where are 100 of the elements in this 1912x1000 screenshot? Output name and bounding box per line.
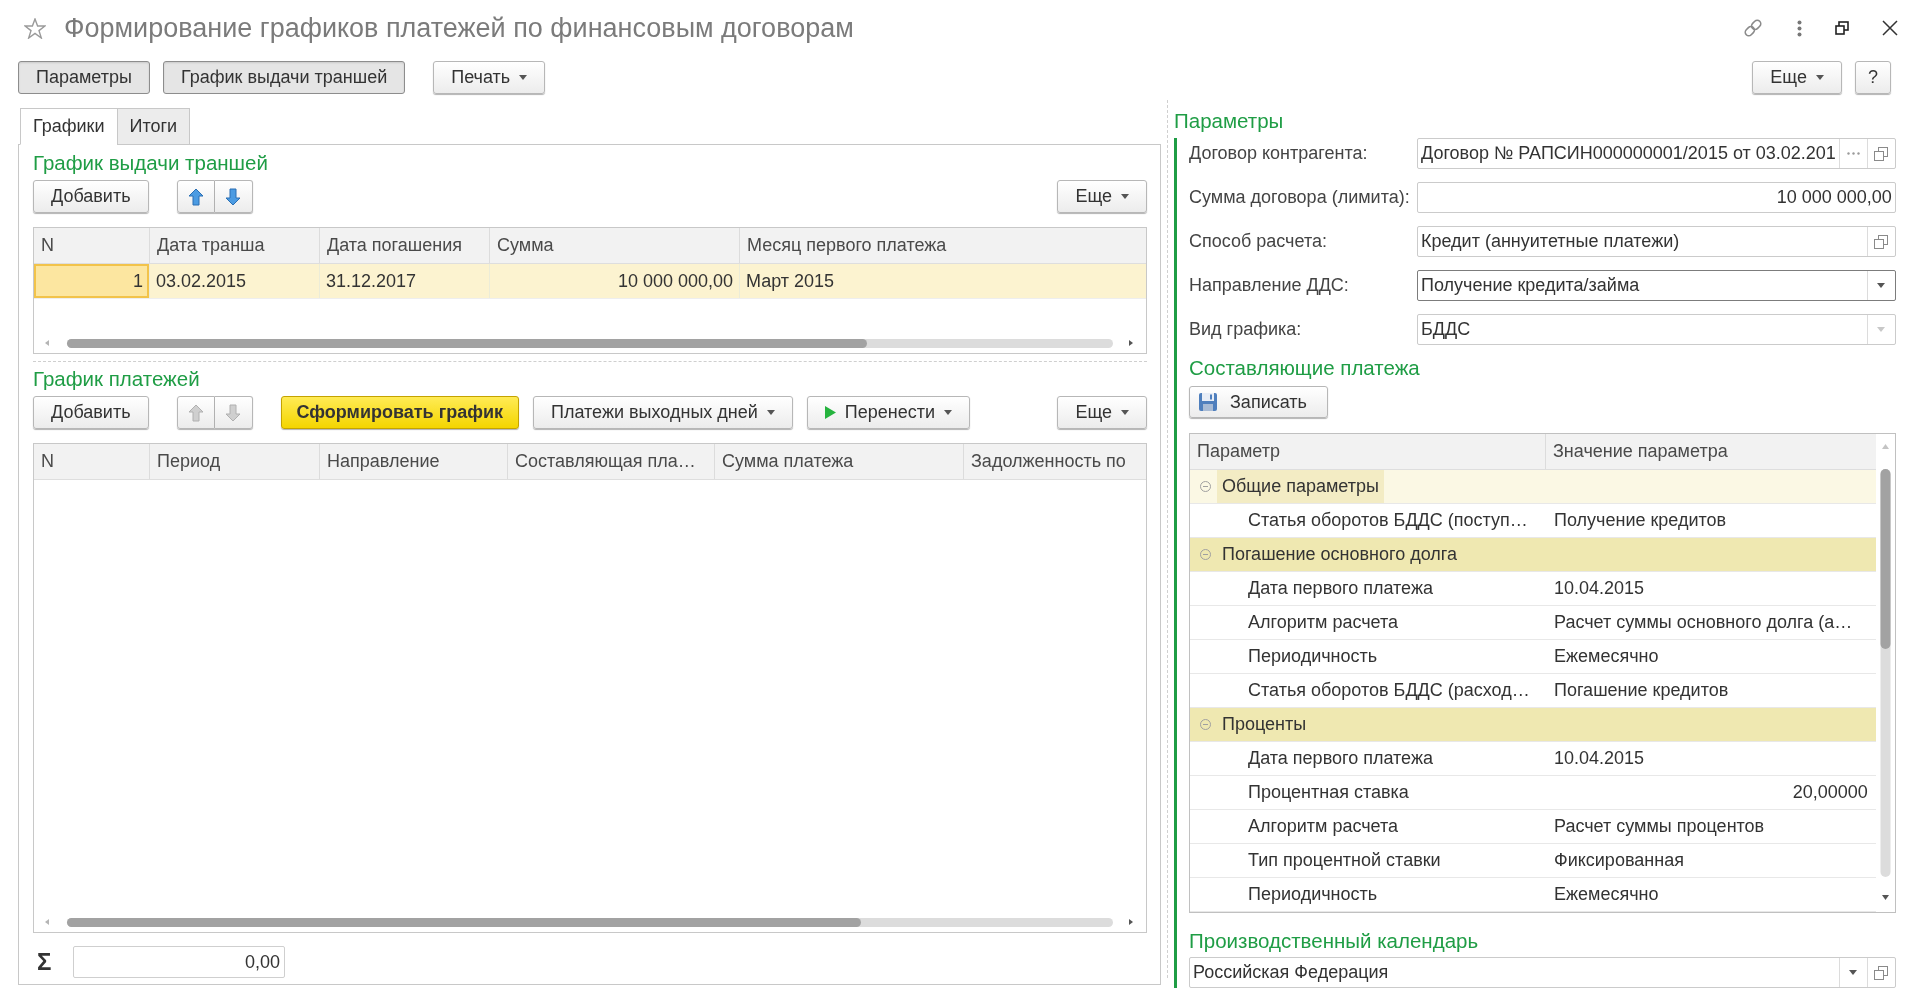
up-arrow-icon <box>187 187 204 206</box>
caret-icon <box>1121 410 1129 415</box>
caret-icon <box>1816 75 1824 80</box>
up-arrow-icon <box>187 403 204 422</box>
column-header[interactable]: Сумма <box>490 228 740 263</box>
parameter-cell-text: Периодичность <box>1247 883 1379 906</box>
parameter-cell-text: Алгоритм расчета <box>1247 611 1400 634</box>
move-up-button[interactable] <box>176 180 215 213</box>
menu-button[interactable]: Перенести <box>806 396 971 429</box>
menu-button[interactable]: Платежи выходных дней <box>533 396 793 429</box>
caret-icon <box>1877 327 1886 332</box>
section-title: График платежей <box>33 368 201 390</box>
squares-icon <box>1874 965 1889 980</box>
more-button[interactable]: Еще <box>1752 61 1842 94</box>
parameter-cell-text: Процентная ставка <box>1247 781 1410 804</box>
table-cell-text: Март 2015 <box>745 269 836 293</box>
value-cell-text: Погашение кредитов <box>1553 679 1730 702</box>
restore-icon[interactable] <box>1835 21 1849 35</box>
parameter-cell-text: Тип процентной ставки <box>1247 849 1442 872</box>
down-arrow-icon <box>225 187 242 206</box>
value-cell-text: Расчет суммы основного долга (а… <box>1553 611 1854 634</box>
parameter-cell-text: Алгоритм расчета <box>1247 815 1400 838</box>
tab[interactable]: Итоги <box>116 108 191 145</box>
column-header[interactable]: Направление <box>320 444 508 479</box>
tab[interactable]: Графики <box>20 108 118 145</box>
toolbar-button[interactable]: Печать <box>433 61 546 94</box>
input-field[interactable]: 10 000 000,00 <box>1417 182 1896 213</box>
table-cell: 31.12.2017 <box>320 264 490 298</box>
add-button[interactable]: Добавить <box>33 396 149 429</box>
play-icon <box>824 406 836 419</box>
squares-icon <box>1874 234 1889 249</box>
caret-icon <box>944 410 953 415</box>
section-title: График выдачи траншей <box>33 152 269 174</box>
generate-button[interactable]: Сформировать график <box>280 396 519 429</box>
parameter-cell-text: Дата первого платежа <box>1247 747 1434 770</box>
value-cell-text: 10.04.2015 <box>1553 747 1646 770</box>
column-header[interactable]: N <box>34 444 150 479</box>
column-header[interactable]: N <box>34 228 150 263</box>
minus-circle-icon[interactable] <box>1200 719 1211 730</box>
parameter-cell-text: Периодичность <box>1247 645 1379 668</box>
add-button[interactable]: Добавить <box>33 180 149 213</box>
group-label: Общие параметры <box>1217 470 1384 503</box>
move-down-button[interactable] <box>214 396 253 429</box>
group-row[interactable]: Погашение основного долга <box>1190 538 1876 572</box>
group-row[interactable]: Проценты <box>1190 708 1876 742</box>
section-title: Составляющие платежа <box>1189 357 1421 379</box>
star-icon[interactable] <box>24 17 46 39</box>
group-label: Погашение основного долга <box>1221 543 1459 566</box>
table-cell: 1 <box>34 264 150 298</box>
column-header[interactable]: Дата погашения <box>320 228 490 263</box>
value-cell-text: 10.04.2015 <box>1553 577 1646 600</box>
table-row[interactable]: 1 03.02.2015 31.12.2017 10 000 000,00 Март 2015 <box>34 264 1146 299</box>
more-button[interactable]: Еще <box>1057 396 1147 429</box>
toolbar-button[interactable]: Параметры <box>18 61 150 94</box>
table-cell: 03.02.2015 <box>150 264 320 298</box>
input-field[interactable]: Российская Федерация <box>1189 957 1896 988</box>
caret-icon <box>1849 970 1858 975</box>
column-header[interactable]: Месяц первого платежа <box>740 228 1146 263</box>
more-icon[interactable] <box>1797 19 1802 37</box>
input-field[interactable]: БДДС <box>1417 314 1896 345</box>
value-cell-text: Получение кредитов <box>1553 509 1728 532</box>
window-title: Формирование графиков платежей по финансовым договорам <box>64 12 854 44</box>
value-cell-text: Фиксированная <box>1553 849 1685 872</box>
input-field[interactable]: Договор № РАПСИН000000001/2015 от 03.02.201 <box>1417 138 1896 169</box>
help-button[interactable]: ? <box>1855 61 1891 94</box>
ellipsis-icon <box>1846 152 1860 155</box>
down-arrow-icon <box>225 403 242 422</box>
column-header[interactable]: Параметр <box>1190 434 1546 469</box>
column-header[interactable]: Дата транша <box>150 228 320 263</box>
caret-icon <box>766 410 775 415</box>
minus-circle-icon[interactable] <box>1200 481 1211 492</box>
column-header[interactable]: Составляющая пла… <box>508 444 715 479</box>
caret-icon <box>1877 283 1886 288</box>
column-header[interactable]: Период <box>150 444 320 479</box>
move-up-button[interactable] <box>176 396 215 429</box>
save-button[interactable]: Записать <box>1189 386 1328 418</box>
field-label: Вид графика: <box>1189 319 1303 340</box>
table-cell: 10 000 000,00 <box>490 264 740 298</box>
value-cell-text: Ежемесячно <box>1553 883 1660 906</box>
field-label: Способ расчета: <box>1189 231 1328 252</box>
section-title: Параметры <box>1174 109 1285 133</box>
close-icon[interactable] <box>1882 20 1898 36</box>
caret-icon <box>1121 194 1129 199</box>
input-field[interactable]: Получение кредита/займа <box>1417 270 1896 301</box>
parameter-cell-text: Статья оборотов БДДС (расход… <box>1247 679 1531 702</box>
toolbar-button[interactable]: График выдачи траншей <box>162 61 406 94</box>
minus-circle-icon[interactable] <box>1200 549 1211 560</box>
column-header[interactable]: Значение параметра <box>1546 434 1876 469</box>
more-button[interactable]: Еще <box>1057 180 1147 213</box>
parameter-cell-text: Статья оборотов БДДС (поступ… <box>1247 509 1529 532</box>
value-cell-text: Расчет суммы процентов <box>1553 815 1766 838</box>
input-field[interactable]: Кредит (аннуитетные платежи) <box>1417 226 1896 257</box>
section-title: Производственный календарь <box>1189 930 1480 952</box>
group-row[interactable]: Общие параметры <box>1190 470 1876 504</box>
move-down-button[interactable] <box>214 180 253 213</box>
column-header[interactable]: Сумма платежа <box>715 444 964 479</box>
value-cell-text: Ежемесячно <box>1553 645 1660 668</box>
link-icon[interactable] <box>1742 17 1764 39</box>
field-label: Сумма договора (лимита): <box>1189 187 1411 208</box>
column-header[interactable]: Задолженность по <box>964 444 1146 479</box>
